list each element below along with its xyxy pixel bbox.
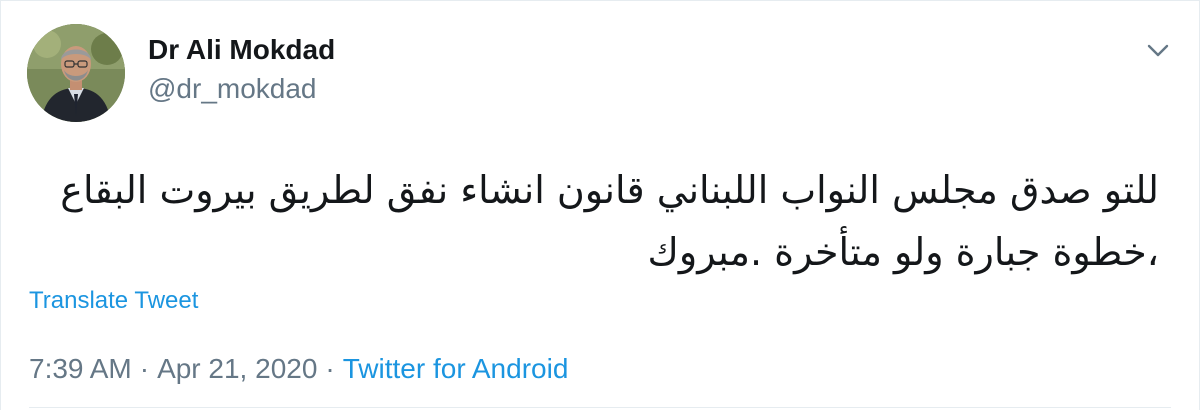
- tweet-metadata: 7:39 AM · Apr 21, 2020 · Twitter for Android: [29, 353, 568, 385]
- author-display-name[interactable]: Dr Ali Mokdad: [148, 34, 335, 66]
- chevron-down-icon[interactable]: [1145, 37, 1171, 63]
- translate-tweet-link[interactable]: Translate Tweet: [29, 287, 198, 315]
- tweet-source-link[interactable]: Twitter for Android: [343, 353, 569, 384]
- tweet-text: للتو صدق مجلس النواب اللبناني قانون انشا…: [60, 168, 1159, 274]
- author-handle[interactable]: @dr_mokdad: [148, 73, 317, 105]
- separator: ·: [325, 353, 335, 384]
- tweet-date[interactable]: Apr 21, 2020: [157, 353, 317, 384]
- tweet-card: Dr Ali Mokdad @dr_mokdad للتو صدق مجلس ا…: [0, 0, 1200, 410]
- tweet-time[interactable]: 7:39 AM: [29, 353, 132, 384]
- avatar-photo: [27, 24, 125, 122]
- avatar[interactable]: [27, 24, 125, 122]
- divider: [29, 407, 1171, 408]
- separator: ·: [139, 353, 150, 384]
